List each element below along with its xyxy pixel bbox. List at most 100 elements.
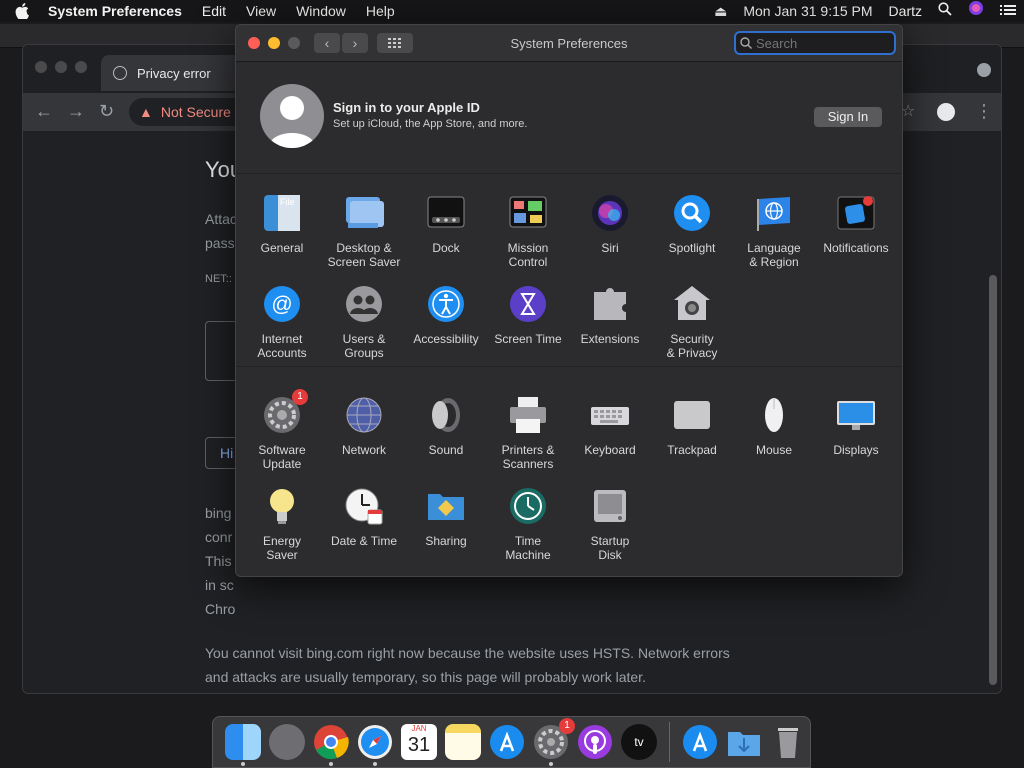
reload-icon[interactable]: ↻ [99,101,114,122]
pref-sound[interactable]: Sound [405,395,487,457]
startup-disk-icon [590,486,630,526]
pref-desktop-screen-saver[interactable]: Desktop & Screen Saver [323,193,405,269]
forward-arrow-icon[interactable]: → [67,101,85,122]
chrome-menu-icon[interactable]: ⋮ [975,101,993,122]
chrome-icon[interactable] [313,724,349,766]
omnibox[interactable]: ▲ Not Secure [129,98,249,126]
pref-extensions[interactable]: Extensions [569,284,651,346]
displays-icon [836,395,876,435]
pref-date-time[interactable]: Date & Time [323,486,405,548]
pref-internet-accounts[interactable]: @ Internet Accounts [241,284,323,360]
pref-language-region[interactable]: Language & Region [733,193,815,269]
pref-label: Spotlight [668,241,716,255]
safari-icon[interactable] [357,724,393,766]
podcasts-icon[interactable] [577,724,613,760]
pref-mouse[interactable]: Mouse [733,395,815,457]
menu-view[interactable]: View [236,0,286,22]
apple-id-banner: Sign in to your Apple ID Set up iCloud, … [236,62,902,174]
pref-notifications[interactable]: Notifications [815,193,897,255]
search-icon [740,37,752,49]
apple-id-subtitle: Set up iCloud, the App Store, and more. [333,118,528,130]
pref-label: Startup [590,534,630,548]
pref-mission-control[interactable]: Mission Control [487,193,569,269]
details-line-5: Chro [205,601,236,617]
pref-startup-disk[interactable]: Startup Disk [569,486,651,562]
trash-icon[interactable] [770,724,806,760]
pref-label-2: & Region [749,255,799,269]
calendar-icon[interactable]: JAN 31 [401,724,437,760]
pref-siri[interactable]: Siri [569,193,651,255]
details-line-3: This [205,553,232,569]
app-store-icon[interactable] [489,724,525,760]
apple-tv-icon[interactable]: tv [621,724,657,760]
pref-keyboard[interactable]: Keyboard [569,395,651,457]
finder-icon[interactable] [225,724,261,766]
pref-security-privacy[interactable]: Security & Privacy [651,284,733,360]
siri-menu-icon[interactable] [960,0,992,22]
notifications-icon [836,193,876,233]
apple-menu-icon[interactable] [0,3,44,19]
calendar-month: JAN [411,724,427,733]
menu-edit[interactable]: Edit [192,0,236,22]
system-preferences-dock-icon[interactable]: 1 [533,718,575,766]
dock-separator [669,722,670,762]
pref-dock[interactable]: Dock [405,193,487,255]
downloads-folder-icon[interactable] [726,724,762,760]
pref-network[interactable]: Network [323,395,405,457]
pref-printers-scanners[interactable]: Printers & Scanners [487,395,569,471]
tv-label: tv [634,735,644,749]
sign-in-button[interactable]: Sign In [814,107,882,127]
pref-time-machine[interactable]: Time Machine [487,486,569,562]
menu-help[interactable]: Help [356,0,405,22]
pref-trackpad[interactable]: Trackpad [651,395,733,457]
chrome-minimize-light[interactable] [55,61,67,73]
pref-label-2: Control [508,255,548,269]
pref-energy-saver[interactable]: Energy Saver [241,486,323,562]
sysprefs-dock-badge: 1 [559,718,575,734]
pref-accessibility[interactable]: Accessibility [405,284,487,346]
eject-icon[interactable]: ⏏ [706,0,735,22]
error-line-1: Attac [205,211,237,227]
back-arrow-icon[interactable]: ← [35,101,53,122]
pref-screen-time[interactable]: Screen Time [487,284,569,346]
apple-id-avatar[interactable] [260,84,324,148]
pref-label: Trackpad [667,443,717,457]
pref-sharing[interactable]: Sharing [405,486,487,548]
error-code: NET:: [205,273,232,285]
app-store-folder-icon[interactable] [682,724,718,760]
pref-label-2: Accounts [257,346,307,360]
chrome-close-light[interactable] [35,61,47,73]
pref-general[interactable]: File General [241,193,323,255]
menu-user[interactable]: Dartz [881,0,930,22]
apple-id-title: Sign in to your Apple ID [333,100,480,115]
pref-label: Security [670,332,714,346]
pref-label-2: Scanners [502,457,554,471]
sound-icon [426,395,466,435]
pref-label: Date & Time [330,534,398,548]
bookmark-star-icon[interactable]: ☆ [901,101,915,121]
menu-clock[interactable]: Mon Jan 31 9:15 PM [735,0,880,22]
accessibility-icon [426,284,466,324]
pref-software-update[interactable]: 1 Software Update [241,389,323,471]
chrome-zoom-light[interactable] [75,61,87,73]
chrome-scrollbar[interactable] [989,275,997,685]
notes-icon[interactable] [445,724,481,760]
screen-time-icon [508,284,548,324]
general-icon: File [262,193,302,233]
sp-search-input[interactable] [756,35,886,51]
launchpad-icon[interactable] [269,724,305,760]
tab-search-icon[interactable] [977,63,991,77]
sp-titlebar: ‹ › System Preferences [236,25,902,62]
menu-app-name[interactable]: System Preferences [44,0,192,22]
pref-displays[interactable]: Displays [815,395,897,457]
pref-spotlight[interactable]: Spotlight [651,193,733,255]
pref-users-groups[interactable]: Users & Groups [323,284,405,360]
spotlight-menu-icon[interactable] [930,0,960,22]
mouse-icon [754,395,794,435]
control-list-icon[interactable] [992,0,1024,22]
pref-label: Siri [601,241,619,255]
pref-label: Notifications [823,241,889,255]
profile-icon[interactable] [937,103,955,121]
sp-search-field[interactable] [734,31,896,55]
menu-window[interactable]: Window [286,0,356,22]
